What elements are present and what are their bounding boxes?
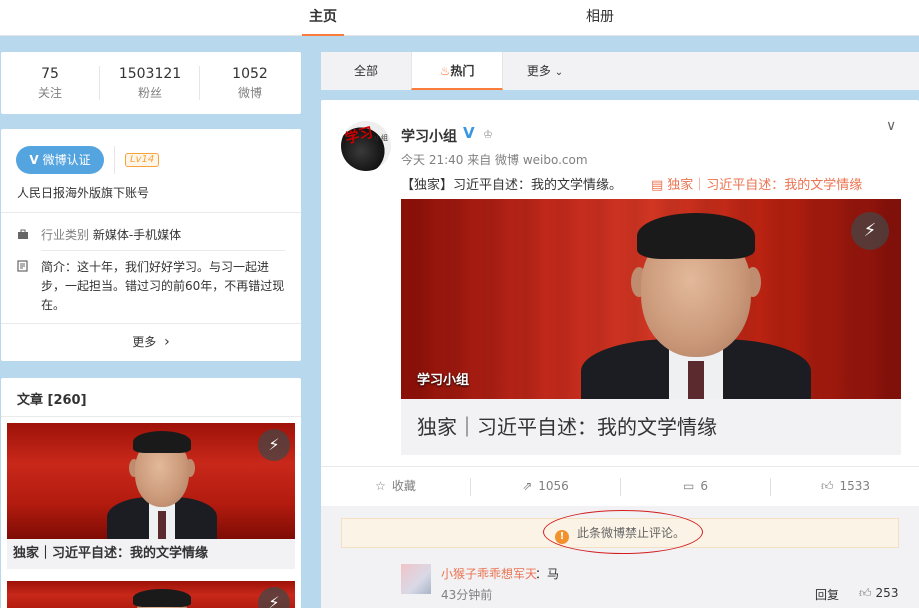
comment-like-count: 253 xyxy=(875,586,899,600)
tab-hot-label: 热门 xyxy=(450,64,475,78)
stat-followers[interactable]: 1503121 粉丝 xyxy=(101,66,199,101)
stat-posts[interactable]: 1052 微博 xyxy=(201,66,299,101)
verified-v-icon: V xyxy=(29,153,39,167)
thumbs-up-icon: 👍︎ xyxy=(820,479,834,493)
stats-card: 75 关注 1503121 粉丝 1052 微博 xyxy=(1,52,301,114)
avatar-logo-text: 学习 xyxy=(343,124,375,148)
stat-following[interactable]: 75 关注 xyxy=(1,66,99,101)
article-thumbnail[interactable]: ⚡ xyxy=(7,581,295,608)
collect-label: 收藏 xyxy=(391,479,416,493)
post-text: 【独家】习近平自述：我的文学情缘。 xyxy=(401,178,623,193)
industry-value: 新媒体-手机媒体 xyxy=(92,228,182,242)
comment-button[interactable]: ▭ 6 xyxy=(621,467,770,505)
forward-icon: ⇗ xyxy=(522,479,533,493)
more-label: 更多 xyxy=(132,335,157,349)
like-count: 1533 xyxy=(839,479,871,493)
profile-more-link[interactable]: 更多 › xyxy=(1,333,301,350)
thumbs-up-icon: 👍︎ xyxy=(859,586,872,600)
portrait xyxy=(107,427,217,539)
verify-button[interactable]: V 微博认证 xyxy=(16,146,104,174)
weibo-post: 学习 小组 学习小组 V ♔ 今天 21:40 来自 微博 weibo.com … xyxy=(321,100,919,608)
crown-icon[interactable]: ♔ xyxy=(483,128,497,141)
divider xyxy=(199,66,200,100)
portrait xyxy=(107,585,217,608)
post-actions: ☆ 收藏 ⇗ 1056 ▭ 6 👍︎ 1533 xyxy=(321,466,919,506)
collect-button[interactable]: ☆ 收藏 xyxy=(321,467,470,505)
flash-icon: ⚡ xyxy=(258,587,290,608)
briefcase-icon xyxy=(18,229,28,239)
avatar-small-text: 小组 xyxy=(374,134,388,142)
chevron-right-icon: › xyxy=(164,334,170,350)
divider xyxy=(41,250,285,251)
article-card-image[interactable]: 学习小组 ⚡ xyxy=(401,199,901,399)
divider xyxy=(99,66,100,100)
intro-text: 简介：这十年，我们好好学习。与习一起进步，一起担当。错过习的前60年，不再错过现… xyxy=(41,260,285,312)
comment-icon: ▭ xyxy=(683,479,695,493)
article-link[interactable]: ▤ 独家｜习近平自述：我的文学情缘 xyxy=(651,174,862,193)
flash-icon: ⚡ xyxy=(851,212,889,250)
tab-hot[interactable]: ♨热门 xyxy=(411,52,503,90)
verify-label: 微博认证 xyxy=(42,153,91,167)
document-icon: ▤ xyxy=(651,178,664,193)
user-avatar[interactable]: 学习 小组 xyxy=(341,121,391,171)
tab-home[interactable]: 主页 xyxy=(302,0,344,36)
stat-value: 75 xyxy=(41,66,59,82)
flash-icon: ⚡ xyxy=(258,429,290,461)
stat-value: 1503121 xyxy=(118,66,182,82)
stat-label: 粉丝 xyxy=(137,86,162,100)
divider xyxy=(1,416,301,417)
article-card-caption[interactable]: 独家｜习近平自述：我的文学情缘 xyxy=(401,399,901,455)
comment-time: 43分钟前 xyxy=(441,588,493,602)
like-button[interactable]: 👍︎ 1533 xyxy=(771,467,919,505)
edit-icon xyxy=(17,260,28,272)
article-caption[interactable]: 独家｜习近平自述：我的文学情缘 xyxy=(7,539,295,569)
portrait xyxy=(581,207,811,399)
star-icon: ☆ xyxy=(375,479,386,493)
image-label: 学习小组 xyxy=(417,373,470,388)
profile-description: 人民日报海外版旗下账号 xyxy=(17,186,150,200)
divider xyxy=(1,212,301,213)
article-link-label: 独家｜习近平自述：我的文学情缘 xyxy=(667,178,863,193)
comment-count: 6 xyxy=(700,479,708,493)
divider xyxy=(114,146,115,174)
articles-card: 文章 [260] ⚡ 独家｜习近平自述：我的文学情缘 ⚡ xyxy=(1,378,301,608)
divider xyxy=(1,323,301,324)
reply-button[interactable]: 回复 xyxy=(815,586,839,603)
comment-section: ! 此条微博禁止评论。 小猴子乖乖想军天 ：马 43分钟前 回复 👍︎ 253 xyxy=(321,506,919,608)
level-badge[interactable]: Lv14 xyxy=(125,153,160,167)
commenter-avatar[interactable] xyxy=(401,564,431,594)
tab-all[interactable]: 全部 xyxy=(321,52,411,90)
article-thumbnail[interactable]: ⚡ xyxy=(7,423,295,539)
tab-album[interactable]: 相册 xyxy=(580,0,620,36)
verified-icon[interactable]: V xyxy=(463,126,477,141)
top-nav: 主页 相册 xyxy=(0,0,919,36)
feed-tabs: 全部 ♨热门 更多 ⌄ xyxy=(321,52,919,90)
stat-value: 1052 xyxy=(232,66,268,82)
chevron-down-icon: ⌄ xyxy=(554,67,564,78)
commenter-name[interactable]: 小猴子乖乖想军天 xyxy=(441,565,537,582)
stat-label: 关注 xyxy=(37,86,62,100)
comment-text: ：马 xyxy=(535,567,560,581)
forward-count: 1056 xyxy=(538,479,569,493)
annotation-circle xyxy=(543,510,703,554)
intro-row: 简介：这十年，我们好好学习。与习一起进步，一起担当。错过习的前60年，不再错过现… xyxy=(17,258,293,318)
comment-like-button[interactable]: 👍︎ 253 xyxy=(859,586,898,601)
forward-button[interactable]: ⇗ 1056 xyxy=(471,467,620,505)
chevron-down-icon[interactable]: ∨ xyxy=(886,118,896,134)
post-username[interactable]: 学习小组 xyxy=(401,126,457,146)
articles-header[interactable]: 文章 [260] xyxy=(17,389,87,408)
flame-icon: ♨ xyxy=(439,64,451,78)
profile-card: V 微博认证 Lv14 人民日报海外版旗下账号 行业类别 新媒体-手机媒体 简介：… xyxy=(1,129,301,361)
post-meta[interactable]: 今天 21:40 来自 微博 weibo.com xyxy=(401,151,588,168)
industry-key: 行业类别 xyxy=(41,228,90,242)
tab-more-label: 更多 xyxy=(526,64,551,78)
tab-more[interactable]: 更多 ⌄ xyxy=(517,52,573,90)
stat-label: 微博 xyxy=(237,86,262,100)
industry-row: 行业类别 新媒体-手机媒体 xyxy=(17,226,287,246)
